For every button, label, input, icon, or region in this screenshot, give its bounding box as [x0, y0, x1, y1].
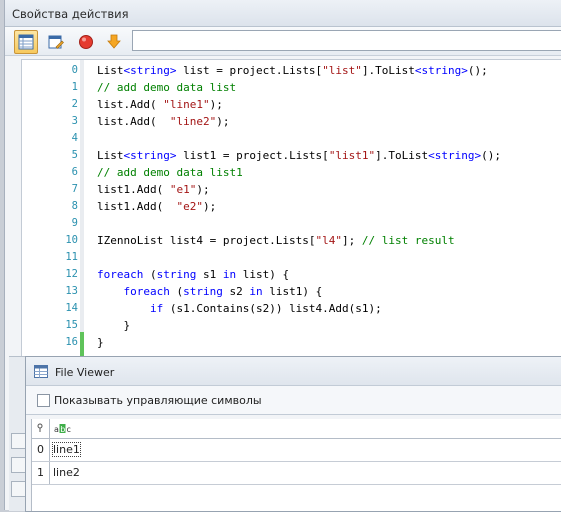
line-number: 7 — [71, 183, 78, 195]
line-number: 13 — [65, 285, 78, 297]
table-icon — [34, 365, 48, 378]
line-number: 8 — [71, 200, 78, 212]
table-row[interactable]: 1 line2 — [32, 462, 561, 485]
line-number: 6 — [71, 166, 78, 178]
abc-icon: a b c — [54, 424, 71, 434]
code-line: IZennoList list4 = project.Lists["l4"]; … — [97, 234, 455, 247]
table-row[interactable]: 0 line1 — [32, 439, 561, 462]
line-number: 12 — [65, 268, 78, 280]
code-line: List<string> list1 = project.Lists["list… — [97, 149, 502, 162]
line-number: 15 — [65, 319, 78, 331]
row-value[interactable]: line1 — [52, 442, 81, 457]
code-line: foreach (string s2 in list1) { — [123, 285, 323, 298]
line-number: 10 — [65, 234, 78, 246]
row-index-header — [32, 419, 50, 438]
row-index: 0 — [32, 439, 50, 461]
show-control-chars-checkbox[interactable] — [37, 394, 50, 407]
stop-icon — [79, 35, 93, 49]
code-line: foreach (string s1 in list) { — [97, 268, 290, 281]
title-bar: Свойства действия — [5, 0, 561, 27]
code-editor[interactable]: 0 1 2 3 4 5 6 7 8 9 10 11 12 13 14 15 16… — [21, 59, 561, 358]
file-viewer-header: File Viewer — [26, 357, 561, 386]
svg-text:c: c — [67, 425, 71, 434]
stop-button[interactable] — [74, 30, 98, 54]
pin-icon — [37, 423, 43, 432]
line-number: 9 — [71, 217, 78, 229]
toolbar-input[interactable] — [132, 30, 561, 51]
window-title: Свойства действия — [12, 7, 129, 21]
show-control-chars-label: Показывать управляющие символы — [54, 394, 262, 407]
file-viewer-panel: File Viewer Показывать управляющие симво… — [25, 356, 561, 512]
edit-view-icon — [48, 35, 64, 49]
line-number: 11 — [65, 251, 78, 263]
code-line: List<string> list = project.Lists["list"… — [97, 64, 488, 77]
line-number: 14 — [65, 302, 78, 314]
line-number: 0 — [71, 64, 78, 76]
line-number-gutter: 0 1 2 3 4 5 6 7 8 9 10 11 12 13 14 15 16 — [22, 60, 88, 357]
svg-text:a: a — [54, 425, 59, 434]
line-number: 16 — [65, 336, 78, 348]
code-line: list1.Add( "e1"); — [97, 183, 210, 196]
row-value[interactable]: line2 — [53, 466, 80, 479]
changed-line-marker — [80, 332, 84, 357]
line-number: 2 — [71, 98, 78, 110]
line-number: 3 — [71, 115, 78, 127]
line-number: 1 — [71, 81, 78, 93]
file-viewer-title: File Viewer — [55, 366, 115, 379]
file-viewer-options: Показывать управляющие символы — [26, 386, 561, 415]
line-number: 4 — [71, 132, 78, 144]
download-button[interactable] — [102, 30, 126, 54]
code-line: // add demo data list — [97, 81, 237, 94]
svg-text:b: b — [60, 425, 65, 434]
toolbar — [5, 27, 561, 56]
code-line: list.Add( "line2"); — [97, 115, 230, 128]
code-line: // add demo data list1 — [97, 166, 243, 179]
download-arrow-icon — [107, 34, 121, 49]
grid-header: a b c — [32, 419, 561, 439]
gutter-marker — [80, 60, 84, 332]
code-line: } — [97, 336, 104, 349]
code-line: list1.Add( "e2"); — [97, 200, 217, 213]
code-line: } — [97, 319, 131, 332]
code-line: if (s1.Contains(s2)) list4.Add(s1); — [149, 302, 382, 315]
code-line: list.Add( "line1"); — [97, 98, 223, 111]
row-index: 1 — [32, 462, 50, 484]
edit-view-button[interactable] — [44, 30, 68, 54]
line-number: 5 — [71, 149, 78, 161]
table-view-button[interactable] — [14, 30, 38, 54]
file-grid: a b c 0 line1 1 line2 — [31, 419, 561, 511]
table-view-icon — [18, 34, 34, 50]
